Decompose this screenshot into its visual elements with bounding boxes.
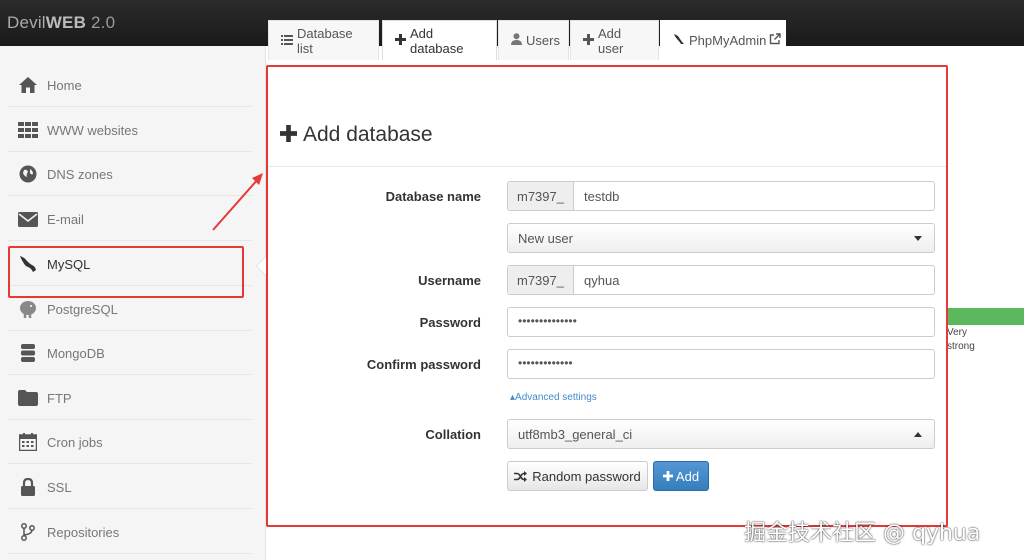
globe-icon <box>18 164 38 184</box>
tab-label: Database list <box>297 25 353 56</box>
strength-line1: Very <box>947 327 968 338</box>
password-strength-bar <box>948 308 1024 325</box>
plus-icon <box>395 33 406 48</box>
database-stack-icon <box>18 343 38 363</box>
calendar-icon <box>18 432 38 452</box>
tab-label: Add database <box>410 25 464 56</box>
brand-bold: WEB <box>45 13 87 32</box>
sidebar-item-ssl[interactable]: SSL <box>8 465 252 509</box>
sidebar-item-www-websites[interactable]: WWW websites <box>8 108 252 152</box>
annotation-box-mysql <box>8 246 244 298</box>
sidebar-item-cron-jobs[interactable]: Cron jobs <box>8 420 252 464</box>
envelope-icon <box>18 209 38 229</box>
folder-icon <box>18 388 38 408</box>
sidebar-item-label: Home <box>47 78 82 93</box>
tab-add-user[interactable]: Add user <box>570 20 659 60</box>
tab-database-list[interactable]: Database list <box>268 20 379 60</box>
user-icon <box>511 33 522 48</box>
branch-icon <box>18 522 38 542</box>
sidebar-item-repositories[interactable]: Repositories <box>8 510 252 554</box>
grid-icon <box>18 120 38 140</box>
sidebar-item-label: Repositories <box>47 525 120 540</box>
plus-icon <box>583 33 594 48</box>
tab-label: Add user <box>598 25 624 56</box>
sidebar-item-ftp[interactable]: FTP <box>8 376 252 420</box>
external-link-icon <box>769 33 782 48</box>
sidebar-item-label: Cron jobs <box>47 435 103 450</box>
sidebar-item-home[interactable]: Home <box>8 63 252 107</box>
watermark: 掘金技术社区 @ qyhua <box>744 521 981 546</box>
sidebar-item-label: MongoDB <box>47 346 105 361</box>
lock-icon <box>18 477 38 497</box>
sidebar-item-label: SSL <box>47 480 72 495</box>
phpmyadmin-icon <box>673 33 685 48</box>
tab-phpmyadmin[interactable]: PhpMyAdmin <box>660 20 786 60</box>
tab-users[interactable]: Users <box>498 20 569 60</box>
password-strength-text: Very strong <box>947 326 987 354</box>
tab-label: PhpMyAdmin <box>689 33 767 48</box>
sidebar-item-label: DNS zones <box>47 167 113 182</box>
brand-light: Devil <box>7 13 46 32</box>
tab-add-database[interactable]: Add database <box>382 20 497 60</box>
sidebar-item-label: WWW websites <box>47 123 138 138</box>
strength-line2: strong <box>947 341 975 352</box>
active-nav-pointer <box>257 257 266 275</box>
annotation-arrow <box>212 173 263 231</box>
sidebar-item-label: PostgreSQL <box>47 302 118 317</box>
sidebar-item-mongodb[interactable]: MongoDB <box>8 331 252 375</box>
home-icon <box>18 75 38 95</box>
sidebar-item-label: FTP <box>47 391 72 406</box>
brand-version: 2.0 <box>86 13 116 32</box>
postgresql-elephant-icon <box>18 299 38 319</box>
tab-label: Users <box>526 33 560 48</box>
sidebar-item-label: E-mail <box>47 212 84 227</box>
list-icon <box>281 34 293 48</box>
annotation-box-form <box>266 65 948 527</box>
brand-logo[interactable]: DevilWEB 2.0 <box>7 13 115 33</box>
